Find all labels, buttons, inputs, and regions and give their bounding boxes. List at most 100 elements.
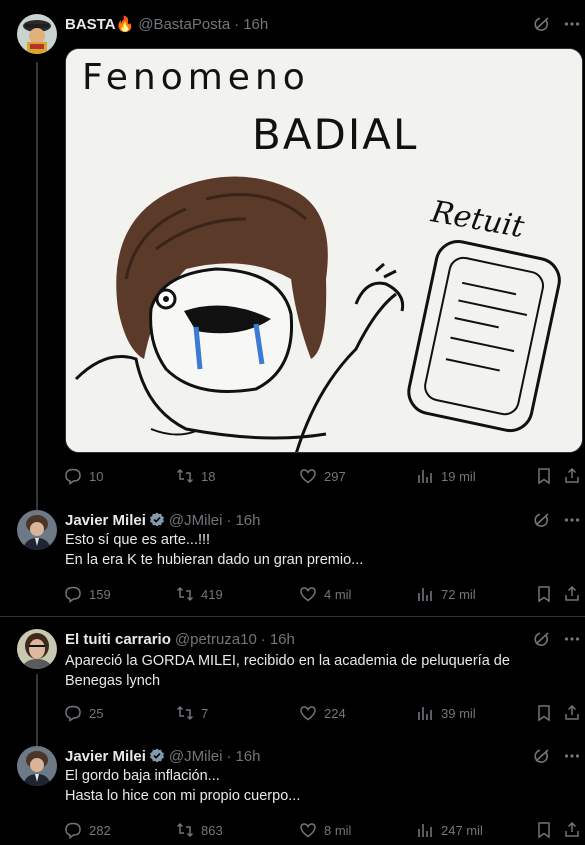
bookmark-icon [538, 705, 550, 722]
view-count: 39 mil [441, 705, 476, 721]
retweet-button[interactable]: 419 [176, 585, 223, 603]
separator-dot: · [234, 15, 240, 33]
share-button[interactable] [563, 821, 585, 839]
view-count: 247 mil [441, 822, 483, 838]
like-button[interactable]: 297 [299, 467, 346, 485]
tweet-actions: 10 18 297 19 mil [64, 467, 585, 487]
avatar[interactable] [17, 629, 57, 669]
timestamp[interactable]: 16h [235, 512, 260, 529]
reply-count: 10 [89, 468, 104, 484]
tweet-header: Javier Milei @JMilei · 16h [65, 510, 260, 530]
retweet-count: 419 [201, 586, 223, 602]
retweet-count: 863 [201, 822, 223, 838]
display-name[interactable]: Javier Milei [65, 512, 146, 529]
tweet-top-actions [533, 630, 581, 648]
reply-count: 159 [89, 586, 111, 602]
grok-icon[interactable] [533, 511, 551, 529]
reply-button[interactable]: 25 [64, 704, 103, 722]
share-button[interactable] [563, 704, 585, 722]
tweet-reply-milei-2[interactable]: Javier Milei @JMilei · 16h El gordo baja… [0, 735, 585, 845]
tweet-text-line: Hasta lo hice con mi propio cuerpo... [65, 788, 301, 804]
tweet-text-line: En la era K te hubieran dado un gran pre… [65, 552, 364, 568]
tweet-petruza[interactable]: El tuiti carrario @petruza10 · 16h Apare… [0, 617, 585, 735]
like-button[interactable]: 224 [299, 704, 346, 722]
tweet-reply-milei[interactable]: Javier Milei @JMilei · 16h Esto sí que e… [0, 500, 585, 615]
more-icon[interactable] [563, 511, 581, 529]
avatar[interactable] [17, 14, 57, 54]
tweet-text: Esto sí que es arte...!!! En la era K te… [65, 530, 570, 570]
tweet-header: El tuiti carrario @petruza10 · 16h [65, 629, 295, 649]
views-icon [418, 470, 432, 483]
bookmark-button[interactable] [535, 821, 560, 839]
timestamp[interactable]: 16h [270, 631, 295, 648]
like-count: 297 [324, 468, 346, 484]
views-icon [418, 707, 432, 720]
views-button[interactable]: 247 mil [416, 821, 483, 839]
tweet-text-line: Esto sí que es arte...!!! [65, 532, 211, 548]
verified-badge-icon [149, 748, 165, 764]
bookmark-icon [538, 822, 550, 839]
timestamp[interactable]: 16h [235, 748, 260, 765]
retweet-count: 18 [201, 468, 216, 484]
retweet-icon [176, 468, 194, 484]
tweet-top-actions [533, 511, 581, 529]
share-button[interactable] [563, 467, 585, 485]
display-name[interactable]: El tuiti carrario [65, 631, 171, 648]
bookmark-button[interactable] [535, 467, 560, 485]
bookmark-button[interactable] [535, 585, 560, 603]
views-button[interactable]: 19 mil [416, 467, 476, 485]
like-count: 8 mil [324, 822, 352, 838]
avatar[interactable] [17, 746, 57, 786]
retweet-button[interactable]: 7 [176, 704, 208, 722]
avatar[interactable] [17, 510, 57, 550]
separator-dot: · [226, 747, 232, 765]
user-handle[interactable]: @JMilei [169, 748, 223, 765]
reply-button[interactable]: 10 [64, 467, 103, 485]
view-count: 19 mil [441, 468, 476, 484]
like-icon [300, 823, 316, 838]
tweet-basta[interactable]: BASTA🔥 @BastaPosta · 16h Fenomeno BADIAL… [0, 0, 585, 500]
views-button[interactable]: 72 mil [416, 585, 476, 603]
meme-text-line: BADIAL [252, 110, 418, 159]
like-button[interactable]: 8 mil [299, 821, 351, 839]
user-handle[interactable]: @petruza10 [175, 631, 257, 648]
more-icon[interactable] [563, 747, 581, 765]
reply-icon [65, 468, 81, 485]
views-button[interactable]: 39 mil [416, 704, 476, 722]
separator-dot: · [260, 630, 266, 648]
timestamp[interactable]: 16h [243, 16, 268, 33]
user-handle[interactable]: @JMilei [169, 512, 223, 529]
grok-icon[interactable] [533, 15, 551, 33]
display-name[interactable]: Javier Milei [65, 748, 146, 765]
grok-icon[interactable] [533, 630, 551, 648]
meme-text-line: Fenomeno [82, 57, 310, 98]
tweet-header: Javier Milei @JMilei · 16h [65, 746, 260, 766]
retweet-icon [176, 822, 194, 838]
like-count: 224 [324, 705, 346, 721]
display-name[interactable]: BASTA🔥 [65, 15, 134, 33]
retweet-button[interactable]: 863 [176, 821, 223, 839]
tweet-actions: 159 419 4 mil 72 mil [64, 585, 585, 605]
retweet-button[interactable]: 18 [176, 467, 215, 485]
share-button[interactable] [563, 585, 585, 603]
tweet-text: Apareció la GORDA MILEI, recibido en la … [65, 651, 570, 691]
retweet-count: 7 [201, 705, 209, 721]
bookmark-button[interactable] [535, 704, 560, 722]
user-handle[interactable]: @BastaPosta [138, 16, 230, 33]
separator-dot: · [226, 511, 232, 529]
reply-button[interactable]: 159 [64, 585, 111, 603]
like-count: 4 mil [324, 586, 352, 602]
reply-button[interactable]: 282 [64, 821, 111, 839]
like-button[interactable]: 4 mil [299, 585, 351, 603]
grok-icon[interactable] [533, 747, 551, 765]
more-icon[interactable] [563, 15, 581, 33]
tweet-image[interactable]: Fenomeno BADIAL Retuit [65, 48, 583, 453]
reply-icon [65, 586, 81, 603]
more-icon[interactable] [563, 630, 581, 648]
reply-count: 25 [89, 705, 104, 721]
share-icon [565, 585, 579, 601]
retweet-icon [176, 705, 194, 721]
bookmark-icon [538, 468, 550, 485]
like-icon [300, 706, 316, 721]
tweet-top-actions [533, 747, 581, 765]
